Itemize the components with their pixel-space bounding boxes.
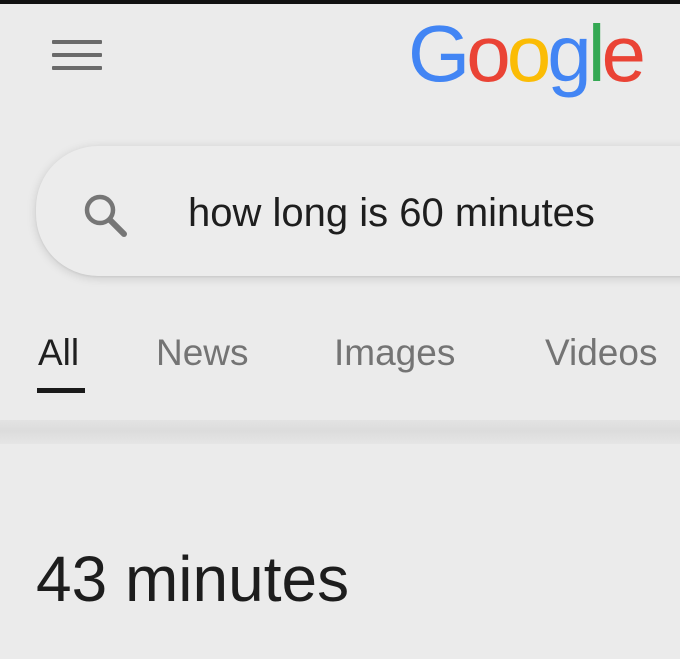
google-logo[interactable]: Google xyxy=(408,4,646,104)
search-box[interactable]: how long is 60 minutes xyxy=(36,146,680,276)
menu-bar xyxy=(52,53,102,57)
header: Google xyxy=(0,4,680,124)
logo-letter: o xyxy=(466,9,510,98)
menu-bar xyxy=(52,40,102,44)
tab-all[interactable]: All xyxy=(38,332,79,374)
logo-letter: o xyxy=(506,9,551,98)
tab-news[interactable]: News xyxy=(156,332,249,374)
tab-videos[interactable]: Videos xyxy=(545,332,657,374)
search-tabs: All News Images Videos xyxy=(0,320,680,420)
section-divider xyxy=(0,420,680,444)
active-tab-indicator xyxy=(37,388,85,393)
logo-letter: l xyxy=(587,9,606,98)
search-results-page: Google how long is 60 minutes All News I… xyxy=(0,0,680,659)
search-query[interactable]: how long is 60 minutes xyxy=(188,190,595,236)
logo-letter: g xyxy=(547,9,591,98)
hamburger-menu-icon[interactable] xyxy=(52,34,104,76)
tab-images[interactable]: Images xyxy=(334,332,455,374)
logo-letter: e xyxy=(601,9,646,98)
search-icon[interactable] xyxy=(80,190,132,242)
answer-text: 43 minutes xyxy=(36,543,350,615)
menu-bar xyxy=(52,66,102,70)
logo-letter: G xyxy=(408,9,470,98)
